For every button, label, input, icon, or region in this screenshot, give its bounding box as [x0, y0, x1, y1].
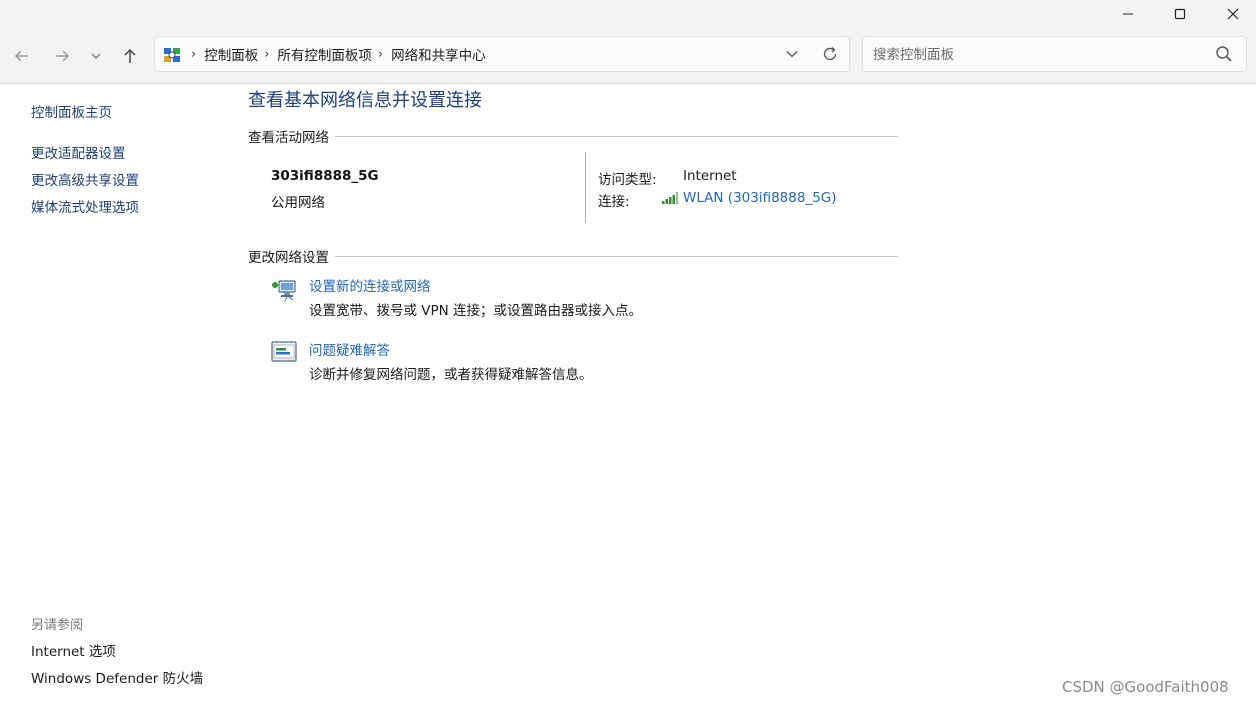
- arrow-left-icon: [14, 50, 28, 62]
- troubleshoot-link[interactable]: 问题疑难解答: [309, 339, 390, 359]
- troubleshoot-desc: 诊断并修复网络问题，或者获得疑难解答信息。: [309, 367, 593, 383]
- section-divider: [335, 255, 898, 257]
- breadcrumb-separator: ›: [377, 46, 384, 62]
- breadcrumb-separator: ›: [264, 46, 270, 62]
- see-also-heading: 另请参阅: [31, 618, 84, 633]
- section-divider: [335, 135, 898, 137]
- control-panel-icon: [164, 48, 180, 62]
- refresh-button[interactable]: [819, 43, 841, 65]
- navigation-bar: › 控制面板 › 所有控制面板项 › 网络和共享中心: [0, 28, 1256, 84]
- active-networks-heading: 查看活动网络: [248, 126, 898, 146]
- sidebar-item-media-streaming[interactable]: 媒体流式处理选项: [31, 196, 139, 216]
- troubleshoot-icon: [271, 341, 297, 362]
- network-divider: [585, 152, 586, 223]
- wlan-connection-link[interactable]: WLAN (303ifi8888_5G): [683, 190, 837, 206]
- arrow-up-icon: [124, 48, 136, 63]
- connection-label: 连接:: [598, 194, 630, 210]
- arrow-right-icon: [56, 50, 70, 62]
- page-title: 查看基本网络信息并设置连接: [248, 90, 482, 111]
- breadcrumb-separator: ›: [191, 46, 197, 62]
- setup-new-connection-desc: 设置宽带、拨号或 VPN 连接；或设置路由器或接入点。: [309, 303, 643, 319]
- minimize-icon: [1123, 13, 1133, 15]
- change-settings-heading: 更改网络设置: [248, 246, 898, 266]
- title-bar: [0, 0, 1256, 28]
- back-button[interactable]: [8, 42, 36, 70]
- search-input[interactable]: [871, 37, 1205, 73]
- sidebar-item-advanced-sharing[interactable]: 更改高级共享设置: [31, 169, 139, 189]
- breadcrumb-network-center[interactable]: 网络和共享中心: [391, 44, 486, 64]
- close-icon: [1227, 8, 1239, 20]
- recent-locations-button[interactable]: [82, 42, 110, 70]
- change-settings-label: 更改网络设置: [248, 250, 329, 266]
- network-category: 公用网络: [271, 195, 325, 211]
- forward-button[interactable]: [48, 42, 76, 70]
- setup-new-connection-link[interactable]: 设置新的连接或网络: [309, 275, 431, 295]
- address-bar[interactable]: › 控制面板 › 所有控制面板项 › 网络和共享中心: [154, 36, 850, 72]
- breadcrumb: › 控制面板 › 所有控制面板项 › 网络和共享中心: [185, 37, 486, 71]
- network-name: 303ifi8888_5G: [271, 168, 379, 184]
- refresh-icon: [823, 47, 837, 61]
- address-history-button[interactable]: [781, 43, 803, 65]
- new-connection-icon: [272, 280, 296, 301]
- active-networks-label: 查看活动网络: [248, 130, 329, 146]
- sidebar-item-adapter-settings[interactable]: 更改适配器设置: [31, 142, 126, 162]
- maximize-button[interactable]: [1153, 0, 1207, 28]
- access-type-label: 访问类型:: [598, 172, 657, 188]
- see-also-internet-options[interactable]: Internet 选项: [31, 640, 116, 660]
- search-icon[interactable]: [1215, 45, 1233, 63]
- minimize-button[interactable]: [1101, 0, 1155, 28]
- maximize-icon: [1174, 8, 1186, 20]
- see-also-defender-firewall[interactable]: Windows Defender 防火墙: [31, 667, 203, 687]
- search-box: [862, 36, 1247, 73]
- access-type-value: Internet: [683, 168, 737, 184]
- close-button[interactable]: [1206, 0, 1256, 28]
- watermark: CSDN @GoodFaith008: [1062, 678, 1229, 696]
- chevron-down-icon: [91, 53, 101, 59]
- sidebar-control-panel-home[interactable]: 控制面板主页: [31, 101, 112, 121]
- breadcrumb-control-panel[interactable]: 控制面板: [204, 44, 258, 64]
- breadcrumb-all-items[interactable]: 所有控制面板项: [277, 44, 372, 64]
- wifi-signal-icon: [662, 192, 678, 204]
- up-button[interactable]: [116, 42, 144, 70]
- chevron-down-icon: [786, 51, 798, 58]
